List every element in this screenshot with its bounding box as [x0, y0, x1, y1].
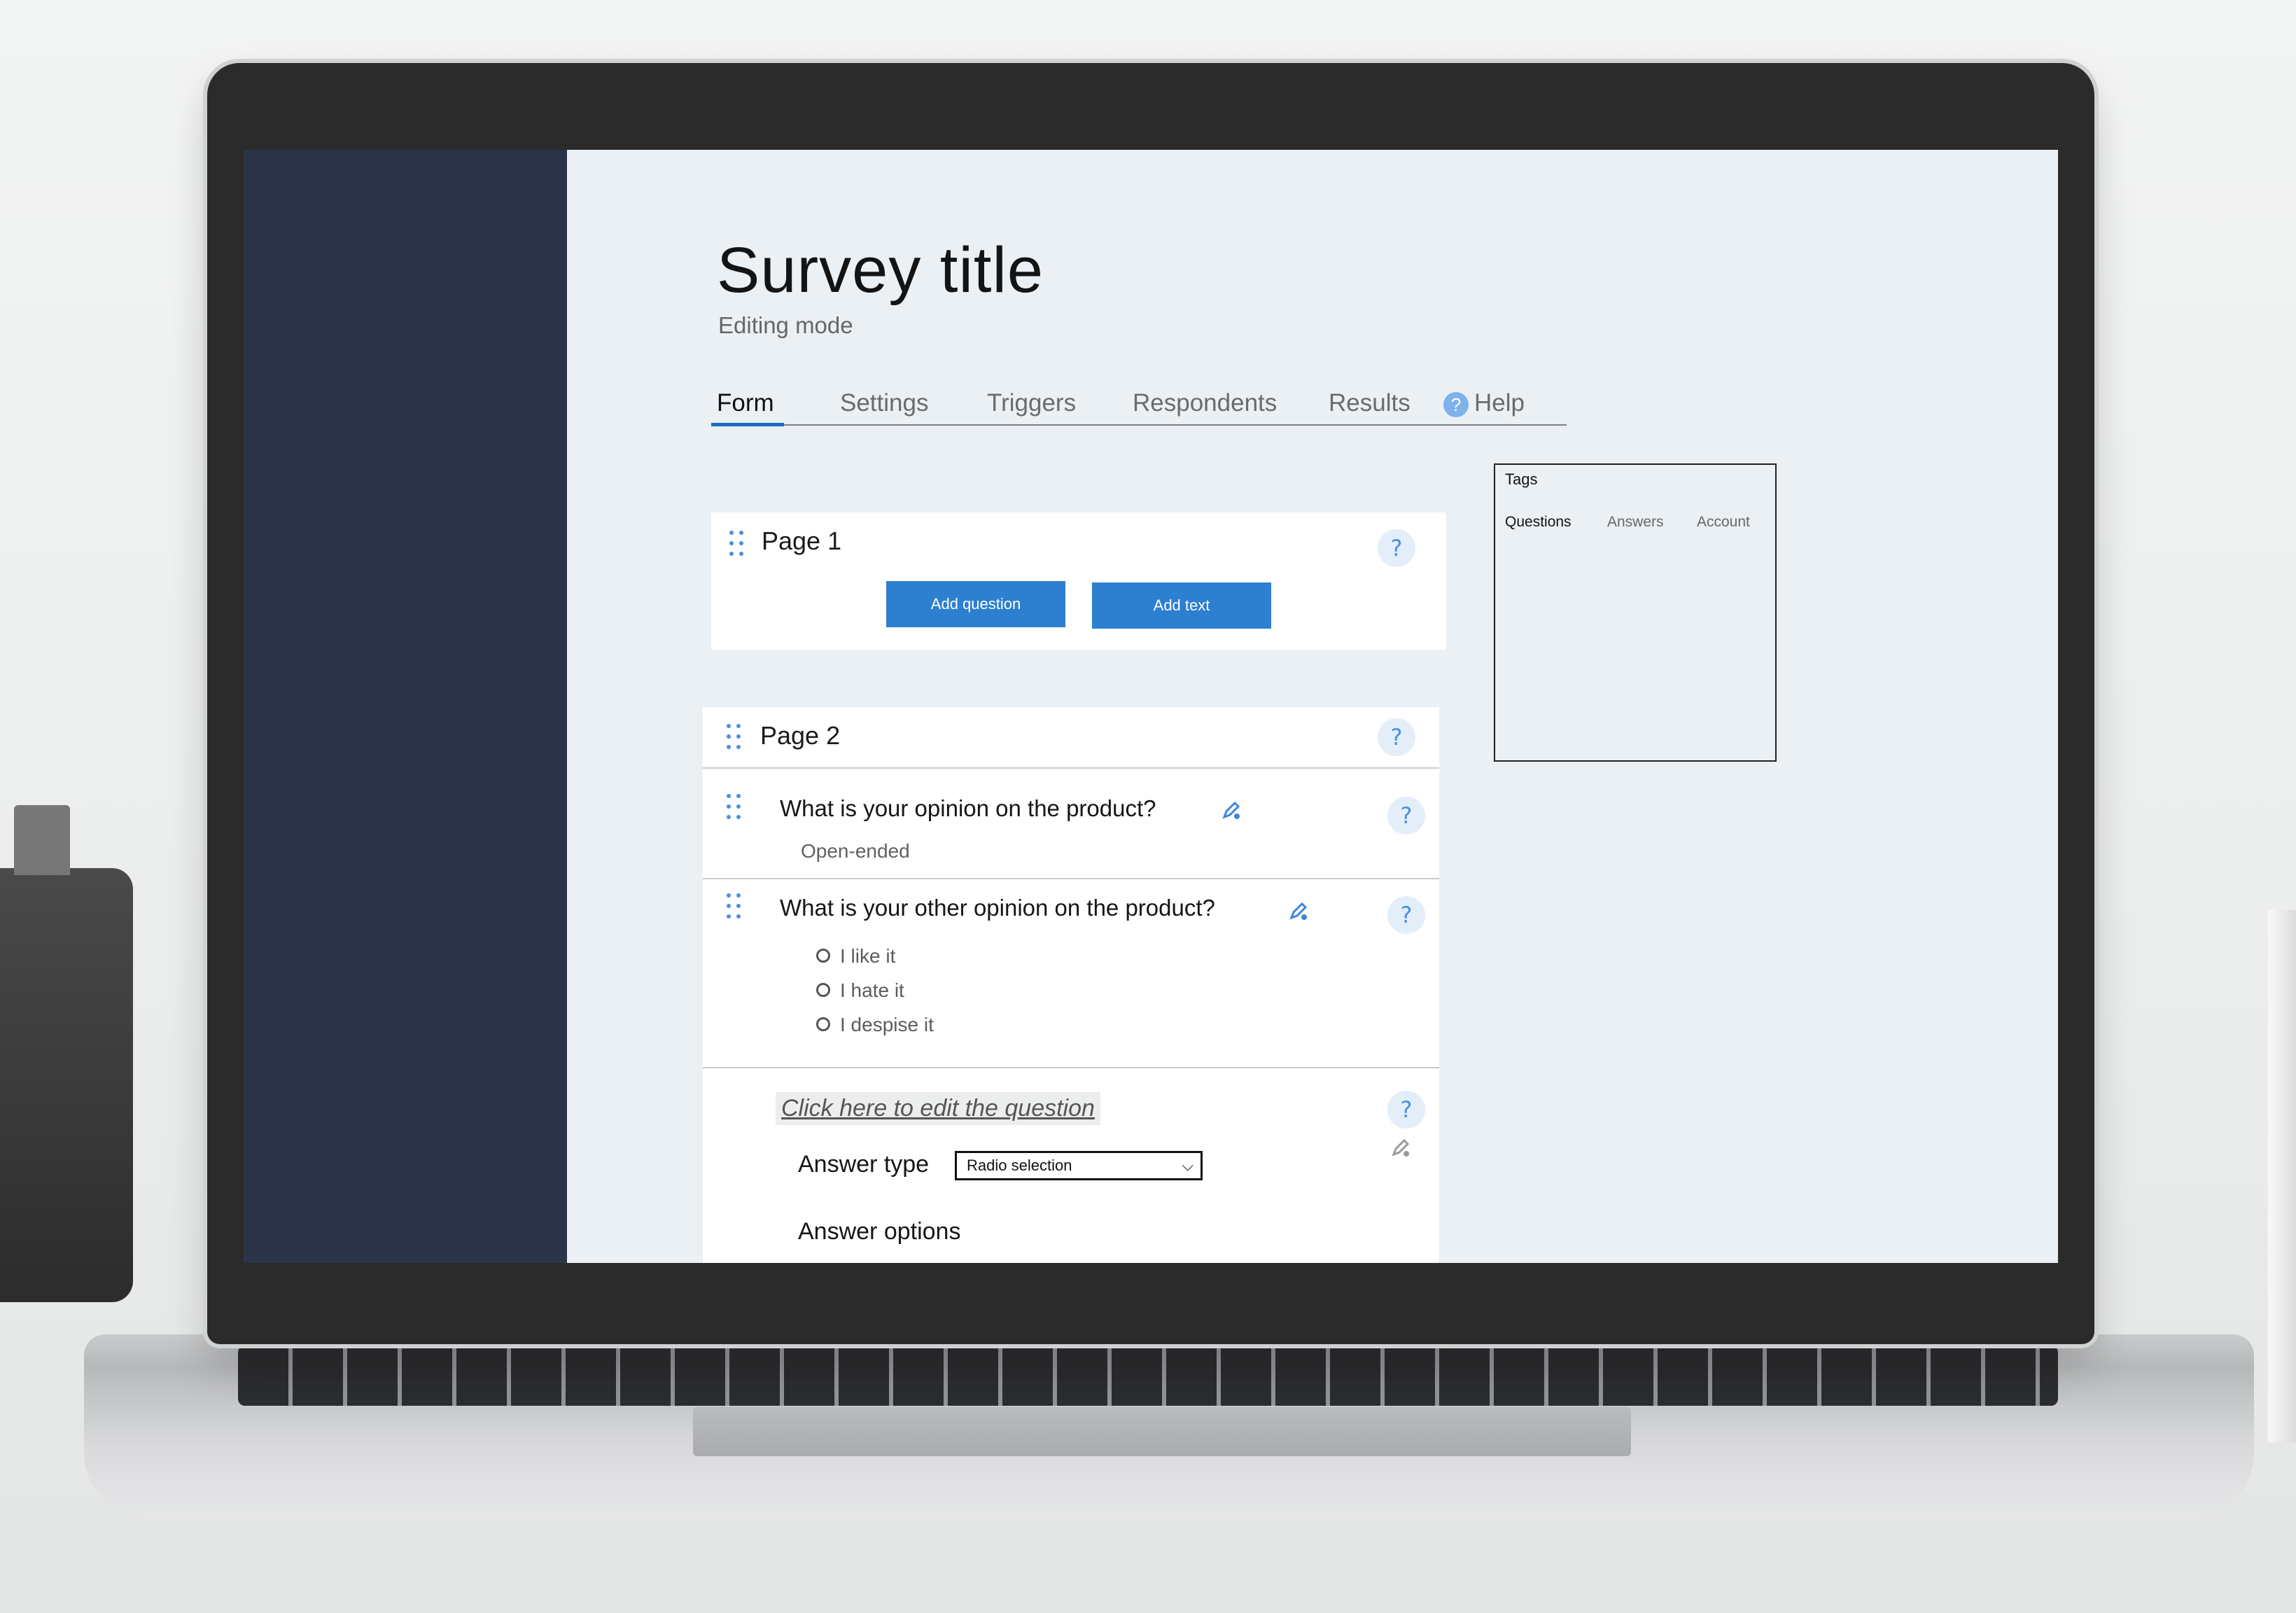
- drag-handle-icon[interactable]: [727, 794, 742, 822]
- question-1-help-icon[interactable]: ?: [1387, 797, 1425, 835]
- tab-respondents[interactable]: Respondents: [1133, 389, 1277, 417]
- edit-pencil-icon[interactable]: [1221, 799, 1242, 821]
- main-content: Survey title Editing mode Form Settings …: [567, 150, 2058, 1263]
- edit-pencil-icon[interactable]: [1390, 1137, 1411, 1158]
- chevron-down-icon: ⌵: [1182, 1157, 1194, 1174]
- tab-settings[interactable]: Settings: [840, 389, 928, 417]
- add-text-button[interactable]: Add text: [1092, 582, 1271, 629]
- camera-prop: [0, 805, 133, 1302]
- tab-help[interactable]: ? Help: [1443, 389, 1525, 417]
- tags-panel: Tags Questions Answers Account: [1494, 463, 1777, 762]
- edit-question-field[interactable]: Click here to edit the question: [776, 1092, 1100, 1125]
- laptop-trackpad: [693, 1407, 1631, 1456]
- answer-option[interactable]: I despise it: [816, 1014, 934, 1036]
- tab-bar: Form Settings Triggers Respondents Resul…: [711, 389, 1567, 426]
- question-2-text[interactable]: What is your other opinion on the produc…: [780, 895, 1215, 921]
- tab-help-label: Help: [1474, 389, 1525, 417]
- drag-handle-icon[interactable]: [727, 724, 742, 752]
- page-title: Survey title: [717, 235, 1044, 306]
- tags-panel-title: Tags: [1505, 470, 1538, 488]
- page-2-card: Page 2 ? What is your opinion on the pro…: [703, 707, 1439, 1263]
- tab-results[interactable]: Results: [1329, 389, 1410, 417]
- add-question-button[interactable]: Add question: [886, 581, 1065, 627]
- question-2-help-icon[interactable]: ?: [1387, 896, 1425, 934]
- page-1-title: Page 1: [762, 526, 842, 555]
- laptop-keyboard: [238, 1346, 2058, 1406]
- tab-form[interactable]: Form: [717, 389, 774, 417]
- answer-option-label: I despise it: [840, 1014, 934, 1035]
- answer-option-label: I hate it: [840, 979, 904, 1001]
- page-1-card: Page 1 ? Add question Add text: [711, 512, 1446, 650]
- question-1-text[interactable]: What is your opinion on the product?: [780, 795, 1156, 822]
- help-circle-icon: ?: [1443, 391, 1469, 417]
- answer-type-select[interactable]: Radio selection ⌵: [955, 1151, 1203, 1180]
- divider: [703, 1067, 1439, 1068]
- radio-icon: [816, 948, 830, 963]
- edit-pencil-icon[interactable]: [1288, 900, 1309, 921]
- tab-triggers[interactable]: Triggers: [987, 389, 1076, 417]
- drag-handle-icon[interactable]: [727, 893, 742, 921]
- answer-option-label: I like it: [840, 945, 896, 967]
- screen: Survey title Editing mode Form Settings …: [244, 150, 2058, 1263]
- answer-type-label: Answer type: [798, 1151, 930, 1178]
- divider: [703, 767, 1439, 769]
- page-1-help-icon[interactable]: ?: [1378, 529, 1415, 567]
- page-2-help-icon[interactable]: ?: [1378, 718, 1415, 756]
- mug-prop: [2268, 910, 2296, 1442]
- question-1-type: Open-ended: [801, 840, 910, 862]
- answer-option[interactable]: I hate it: [816, 979, 904, 1002]
- tags-tab-account[interactable]: Account: [1697, 514, 1750, 531]
- radio-icon: [816, 1017, 830, 1031]
- drag-handle-icon[interactable]: [729, 531, 745, 559]
- sidebar: [244, 150, 567, 1263]
- answer-option[interactable]: I like it: [816, 945, 895, 968]
- page-2-title: Page 2: [760, 721, 841, 750]
- editor-help-icon[interactable]: ?: [1387, 1091, 1425, 1129]
- page-subtitle: Editing mode: [718, 312, 853, 338]
- answer-type-value: Radio selection: [967, 1157, 1072, 1174]
- active-tab-indicator: [711, 423, 784, 426]
- divider: [703, 878, 1439, 879]
- radio-icon: [816, 982, 830, 997]
- answer-options-label: Answer options: [798, 1218, 961, 1245]
- tags-tab-answers[interactable]: Answers: [1607, 514, 1664, 531]
- tags-tab-questions[interactable]: Questions: [1505, 514, 1572, 531]
